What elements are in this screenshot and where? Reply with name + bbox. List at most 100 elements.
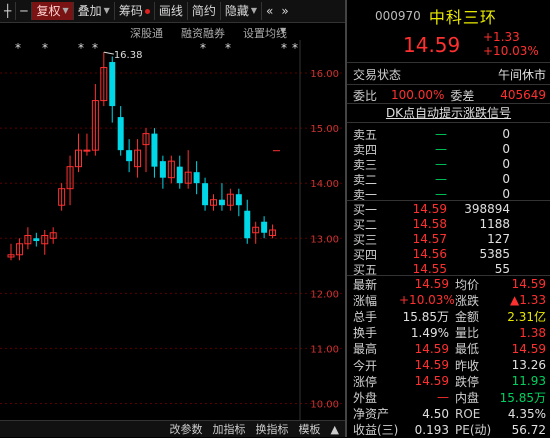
order-level-price: — <box>435 127 448 141</box>
chevron-down-icon: ▼ <box>250 6 258 15</box>
stock-name: 中科三环 <box>428 8 497 27</box>
stat-label: 内盘 <box>455 390 480 405</box>
signal-star: * <box>78 41 84 55</box>
stat-value: — <box>437 390 449 405</box>
kline-chart[interactable]: 16.00 15.00 14.00 13.00 12.00 11.00 10.00 * * * * *… <box>0 40 345 420</box>
stat-row: 最新 14.59 均价 14.59 <box>353 276 546 292</box>
stat-row: 净资产 4.50 ROE 4.35% <box>353 406 546 422</box>
dk-signal-link[interactable]: DK点自动提示涨跌信号 <box>347 104 550 121</box>
candle-body <box>109 62 116 107</box>
chart-bottom-bar: 改参数 加指标 换指标 模板 ▲ <box>0 420 345 437</box>
order-level-volume: 55 <box>494 262 510 276</box>
order-level-price: — <box>435 142 448 156</box>
stat-value: 15.85万 <box>499 390 546 405</box>
y-tick-label: 14.00 <box>310 179 339 190</box>
candle-body <box>244 210 251 239</box>
stat-value: 1.38 <box>519 325 546 340</box>
stat-value: 13.26 <box>511 358 546 372</box>
trade-status-label: 交易状态 <box>353 67 402 82</box>
candle-body <box>261 221 268 233</box>
order-level-price: 14.57 <box>412 232 448 246</box>
draw-line-label: 画线 <box>158 4 183 18</box>
ask-row[interactable]: 卖三 —0 <box>353 156 546 172</box>
adjust-rights-button[interactable]: 复权 ▼ <box>32 2 74 20</box>
candle-body <box>176 166 183 184</box>
y-tick-label: 15.00 <box>310 124 339 135</box>
minus-button[interactable]: ─ <box>16 2 33 20</box>
stat-row: 外盘 — 内盘 15.85万 <box>353 389 546 405</box>
stat-label: 跌停 <box>455 374 480 389</box>
stat-label: 换手 <box>353 326 378 341</box>
stat-label: 最新 <box>353 277 378 292</box>
candle-body <box>33 238 40 242</box>
chips-button[interactable]: 筹码 <box>115 2 155 20</box>
hide-label: 隐藏 <box>224 4 249 18</box>
hk-connect-button[interactable]: 深股通 <box>130 25 163 41</box>
trade-status-value: 午间休市 <box>497 67 546 82</box>
collapse-left-button[interactable]: « <box>262 2 277 20</box>
stat-value: 14.59 <box>414 277 449 291</box>
stat-label: PE(动) <box>455 423 492 438</box>
stat-label: 今开 <box>353 358 378 373</box>
y-tick-label: 16.00 <box>310 69 339 80</box>
price-change-block: +1.33 +10.03% <box>483 30 539 58</box>
stat-value: 15.85万 <box>402 309 449 324</box>
crosshair-icon: ┼ <box>4 4 12 18</box>
switch-indicator-button[interactable]: 换指标 <box>254 421 291 437</box>
adjust-rights-label: 复权 <box>36 4 61 18</box>
crosshair-button[interactable]: ┼ <box>0 2 17 20</box>
high-marker-line <box>103 51 114 55</box>
order-level-volume: 0 <box>502 142 510 156</box>
order-level-price: 14.56 <box>412 247 448 261</box>
ask-row[interactable]: 卖四 —0 <box>353 141 546 157</box>
ask-row[interactable]: 卖五 —0 <box>353 126 546 142</box>
order-level-price: 14.59 <box>412 202 448 216</box>
minus-icon: ─ <box>20 4 28 18</box>
ask-row[interactable]: 卖二 —0 <box>353 171 546 187</box>
stat-row: 今开 14.59 昨收 13.26 <box>353 357 546 373</box>
bid-row[interactable]: 买二 14.58 1188 <box>353 216 546 232</box>
stat-label: 净资产 <box>353 407 390 422</box>
scroll-up-button[interactable]: ▲ <box>329 423 341 436</box>
margin-trading-button[interactable]: 融资融券 <box>181 25 225 41</box>
order-level-volume: 5385 <box>479 247 510 261</box>
price-change-pct: +10.03% <box>483 44 539 58</box>
order-level-volume: 1188 <box>479 217 510 231</box>
template-button[interactable]: 模板 <box>297 421 323 437</box>
stat-label: 金额 <box>455 309 480 324</box>
stat-value: 14.59 <box>414 341 449 356</box>
edit-params-button[interactable]: 改参数 <box>168 421 205 437</box>
bid-row[interactable]: 买三 14.57 127 <box>353 231 546 247</box>
bid-row[interactable]: 买四 14.56 5385 <box>353 246 546 262</box>
y-tick-label: 12.00 <box>310 289 339 300</box>
order-level-price: — <box>435 172 448 186</box>
y-tick-label: 10.00 <box>310 399 339 410</box>
simple-mode-button[interactable]: 简约 <box>188 2 221 20</box>
draw-line-button[interactable]: 画线 <box>155 2 188 20</box>
stat-row: 总手 15.85万 金额 2.31亿 <box>353 308 546 324</box>
overlay-button[interactable]: 叠加 ▼ <box>74 2 115 20</box>
bid-row[interactable]: 买一 14.59 398894 <box>353 201 546 217</box>
set-ma-chevron-icon[interactable]: ▼ <box>280 26 286 35</box>
stat-value: 0.193 <box>414 422 449 437</box>
add-indicator-button[interactable]: 加指标 <box>211 421 248 437</box>
quote-panel: 000970 中科三环 14.59 +1.33 +10.03% 交易状态 午间休… <box>347 0 550 437</box>
order-level-volume: 0 <box>502 187 510 201</box>
stat-label: 最低 <box>455 342 480 357</box>
order-level-price: 14.58 <box>412 217 448 231</box>
order-level-volume: 127 <box>487 232 510 246</box>
expand-right-button[interactable]: » <box>277 2 292 20</box>
signal-star: * <box>15 41 21 55</box>
chevron-down-icon: ▼ <box>103 6 110 15</box>
signal-star: * <box>42 41 48 55</box>
hide-button[interactable]: 隐藏 ▼ <box>221 2 263 20</box>
stat-value: +10.03% <box>399 293 455 308</box>
price-change: +1.33 <box>483 30 520 44</box>
signal-star: * <box>200 41 206 55</box>
candle-body <box>193 172 200 184</box>
divider <box>347 84 550 85</box>
stat-value: 14.59 <box>414 374 449 389</box>
stat-value: 4.35% <box>507 406 546 421</box>
last-price: 14.59 <box>403 33 461 57</box>
order-level-price: — <box>435 187 448 201</box>
